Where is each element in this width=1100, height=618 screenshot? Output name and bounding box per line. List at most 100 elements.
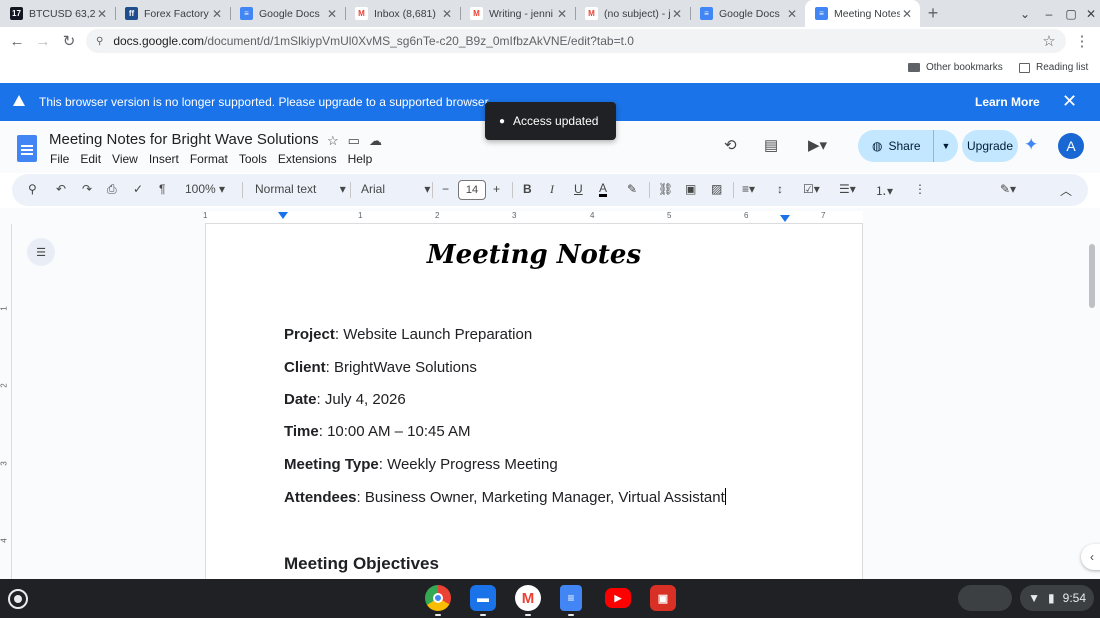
close-icon[interactable]: ✕ [785,7,799,21]
close-window-icon[interactable]: ✕ [1076,0,1100,27]
font-size-input[interactable]: 14 [458,180,486,200]
chrome-icon[interactable] [425,585,451,611]
move-folder-icon[interactable]: ▭ [348,133,360,149]
learn-more-link[interactable]: Learn More [975,95,1040,109]
ruler-track[interactable] [205,211,863,224]
paragraph-style-select[interactable]: Normal text ▾ [255,182,346,196]
tab-google-docs[interactable]: ≡ Google Docs ✕ [230,0,345,27]
chevron-left-icon[interactable]: ‹ [1081,544,1100,570]
avatar[interactable]: A [1058,133,1084,159]
menu-edit[interactable]: Edit [80,152,101,166]
menu-view[interactable]: View [112,152,138,166]
line-spacing-icon[interactable]: ↕ [777,182,783,196]
close-icon[interactable]: ✕ [325,7,339,21]
close-icon[interactable]: ✕ [440,7,454,21]
font-select[interactable]: Arial ▾ [361,182,430,196]
tab-google-docs-2[interactable]: ≡ Google Docs ✕ [690,0,805,27]
gallery-icon[interactable]: ▣ [650,585,676,611]
print-icon[interactable]: ⎙ [107,182,117,197]
close-icon[interactable]: ✕ [900,7,914,21]
tab-no-subject[interactable]: M (no subject) - j ✕ [575,0,690,27]
spellcheck-icon[interactable]: ✓ [133,182,143,196]
more-options-icon[interactable]: ⋮ [914,182,926,196]
docs-logo-icon[interactable] [17,135,37,162]
undo-icon[interactable]: ↶ [56,182,66,196]
meet-icon[interactable]: ▶▾ [808,136,827,154]
align-icon[interactable]: ≡▾ [742,182,755,196]
new-tab-button[interactable]: + [920,0,946,27]
close-icon[interactable]: ✕ [1062,91,1077,112]
youtube-icon[interactable]: ▶ [605,588,631,608]
cloud-saved-icon[interactable]: ☁ [369,133,382,149]
menu-extensions[interactable]: Extensions [278,152,337,166]
gmail-icon[interactable]: M [515,585,541,611]
insert-image-icon[interactable]: ▨ [711,182,722,196]
highlight-icon[interactable]: ✎ [627,182,637,196]
close-icon[interactable]: ✕ [670,7,684,21]
menu-file[interactable]: File [50,152,69,166]
document-page[interactable]: Meeting Notes Project: Website Launch Pr… [205,224,863,579]
launcher-icon[interactable] [8,589,28,609]
right-indent-marker[interactable] [780,215,790,222]
document-outline-icon[interactable]: ☰ [27,238,55,266]
back-icon[interactable]: ← [6,30,28,52]
numbered-list-icon[interactable]: ⒈▾ [875,182,893,199]
ruler-number: 7 [821,211,826,220]
collapse-menus-icon[interactable]: ︿ [1060,182,1072,199]
forward-icon[interactable]: → [32,30,54,52]
redo-icon[interactable]: ↷ [82,182,92,196]
close-icon[interactable]: ✕ [555,7,569,21]
checklist-icon[interactable]: ☑▾ [803,182,820,196]
tab-btcusd[interactable]: 17 BTCUSD 63,24 ✕ [0,0,115,27]
menu-insert[interactable]: Insert [149,152,179,166]
bookmark-star-icon[interactable]: ☆ [1038,30,1060,52]
menu-help[interactable]: Help [348,152,373,166]
tab-writing[interactable]: M Writing - jenni ✕ [460,0,575,27]
menu-tools[interactable]: Tools [239,152,267,166]
star-icon[interactable]: ☆ [327,133,339,149]
link-icon[interactable]: ⛓ [658,182,673,196]
field-value: : Weekly Progress Meeting [378,456,558,473]
comments-icon[interactable]: ▤ [764,136,778,154]
editing-mode-icon[interactable]: ✎▾ [1000,182,1016,196]
upgrade-button[interactable]: Upgrade [962,130,1018,162]
tab-forex-factory[interactable]: ff Forex Factory ✕ [115,0,230,27]
share-main[interactable]: ◍ Share [858,130,934,162]
zoom-select[interactable]: 100% ▾ [185,182,225,196]
search-menus-icon[interactable]: ⚲ [28,182,37,196]
close-icon[interactable]: ✕ [210,7,224,21]
version-history-icon[interactable]: ⟲ [724,136,737,154]
reading-list[interactable]: Reading list [1019,62,1088,73]
gemini-icon[interactable]: ✦ [1024,135,1038,155]
paint-format-icon[interactable]: ¶ [159,182,165,196]
tab-inbox[interactable]: M Inbox (8,681) ✕ [345,0,460,27]
status-area[interactable]: ▼ ▮ 9:54 [1020,585,1094,611]
chevron-down-icon[interactable]: ▼ [934,141,958,151]
files-icon[interactable]: ▬ [470,585,496,611]
increase-font-size-icon[interactable]: + [493,182,500,196]
banner-message: This browser version is no longer suppor… [39,95,492,109]
add-comment-icon[interactable]: ▣ [685,182,696,196]
italic-icon[interactable]: I [550,182,554,197]
docs-icon[interactable]: ≡ [560,585,582,611]
address-bar[interactable]: ⚲ docs.google.com /document/d/1mSlkiypVm… [86,29,1066,53]
document-title[interactable]: Meeting Notes for Bright Wave Solutions [49,131,319,148]
docs-icon: ≡ [815,7,828,20]
menu-format[interactable]: Format [190,152,228,166]
field-date: Date: July 4, 2026 [284,391,406,408]
share-button[interactable]: ◍ Share ▼ [858,130,958,162]
reload-icon[interactable]: ↻ [58,30,80,52]
bold-icon[interactable]: B [523,182,532,196]
text-color-icon[interactable]: A [599,182,608,197]
bulleted-list-icon[interactable]: ☰▾ [839,182,856,196]
browser-menu-icon[interactable]: ⋮ [1071,30,1093,52]
left-indent-marker[interactable] [278,212,288,219]
vertical-scrollbar[interactable] [1089,244,1095,308]
decrease-font-size-icon[interactable]: − [442,182,449,196]
other-bookmarks[interactable]: Other bookmarks [908,62,1003,73]
tab-meeting-notes[interactable]: ≡ Meeting Notes ✕ [805,0,920,27]
holding-space-tray[interactable] [958,585,1012,611]
site-info-icon[interactable]: ⚲ [96,36,103,47]
close-icon[interactable]: ✕ [95,7,109,21]
underline-icon[interactable]: U [574,182,583,196]
